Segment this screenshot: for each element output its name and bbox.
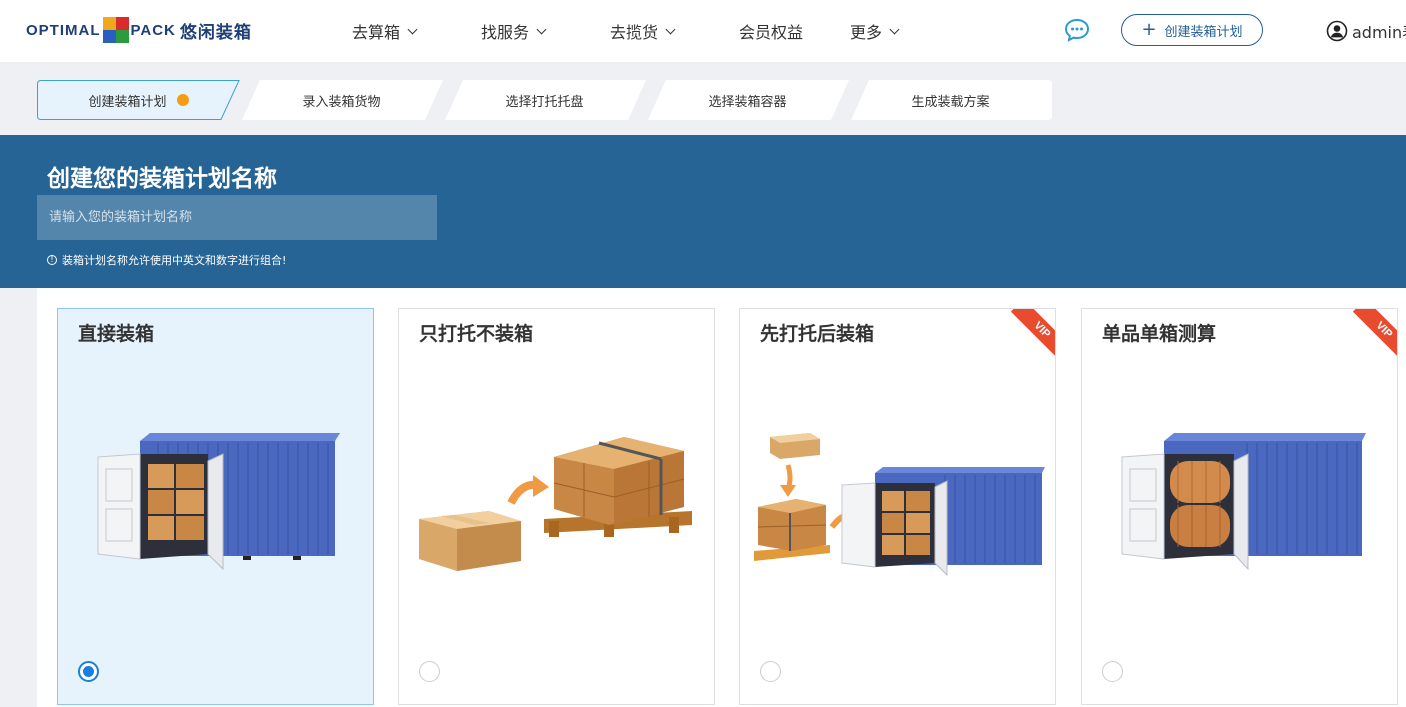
step-create-plan[interactable]: 创建装箱计划: [37, 80, 240, 120]
chevron-down-icon: [889, 24, 900, 34]
card-title: 只打托不装箱: [419, 323, 534, 345]
menu-item-cargo[interactable]: 去揽货: [610, 0, 676, 62]
step-label: 选择打托托盘: [505, 94, 584, 110]
step-enter-cargo[interactable]: 录入装箱货物: [240, 80, 443, 120]
logo-text-optimal: OPTIMAL: [26, 21, 101, 39]
banner-title: 创建您的装箱计划名称: [47, 166, 277, 192]
card-radio[interactable]: [760, 661, 781, 682]
logo-text-cn: 悠闲装箱: [179, 22, 252, 43]
card-radio[interactable]: [419, 661, 440, 682]
card-pallet-only[interactable]: 只打托不装箱: [398, 308, 715, 705]
step-bar: 创建装箱计划 录入装箱货物 选择打托托盘 选择装箱容器 生成装载方案: [0, 62, 1406, 135]
step-select-container[interactable]: 选择装箱容器: [646, 80, 849, 120]
card-title: 直接装箱: [78, 323, 155, 345]
card-direct-load[interactable]: 直接装箱: [57, 308, 374, 705]
mode-cards: 直接装箱 只打托不装箱 先打托后装箱 VIP 单品单箱测算 VIP: [37, 288, 1406, 707]
username: admin表: [1352, 23, 1406, 42]
menu-item-member[interactable]: 会员权益: [739, 0, 803, 62]
user-menu[interactable]: admin表: [1326, 0, 1406, 62]
menu-label: 找服务: [481, 23, 530, 42]
logo[interactable]: OPTIMAL PACK 悠闲装箱: [26, 14, 252, 46]
pallet-boxes-illustration: [419, 437, 692, 571]
active-dot-icon: [176, 94, 189, 106]
logo-cube-icon: [102, 17, 129, 43]
info-icon: !: [47, 255, 57, 265]
card-radio[interactable]: [78, 661, 99, 682]
menu-item-more[interactable]: 更多: [850, 0, 900, 62]
menu-label: 去算箱: [352, 23, 401, 42]
vip-label: VIP: [1010, 309, 1055, 359]
vip-label: VIP: [1352, 309, 1397, 359]
card-title: 单品单箱测算: [1102, 323, 1217, 345]
card-pallet-then-load[interactable]: 先打托后装箱 VIP: [739, 308, 1056, 705]
chevron-down-icon: [665, 24, 676, 34]
plus-icon: +: [1141, 19, 1157, 40]
create-plan-button[interactable]: + 创建装箱计划: [1121, 14, 1263, 46]
container-rolls-illustration: [1121, 433, 1366, 571]
step-label: 生成装载方案: [911, 94, 990, 110]
card-radio[interactable]: [1102, 661, 1123, 682]
step-label: 选择装箱容器: [708, 94, 787, 110]
menu-label: 更多: [850, 23, 883, 42]
step-label: 录入装箱货物: [302, 94, 381, 110]
container-boxes-illustration: [97, 433, 340, 571]
chevron-down-icon: [407, 24, 418, 34]
chat-bubble-icon[interactable]: [1064, 18, 1090, 42]
logo-text-pack: PACK: [130, 21, 176, 39]
card-title: 先打托后装箱: [760, 323, 875, 345]
menu-label: 会员权益: [739, 23, 804, 42]
plan-name-banner: 创建您的装箱计划名称 ! 装箱计划名称允许使用中英文和数字进行组合!: [0, 135, 1406, 288]
menu-item-service[interactable]: 找服务: [481, 0, 547, 62]
plan-name-hint: ! 装箱计划名称允许使用中英文和数字进行组合!: [47, 252, 286, 268]
menu-item-calc[interactable]: 去算箱: [352, 0, 418, 62]
plan-name-input[interactable]: [37, 195, 437, 240]
create-plan-label: 创建装箱计划: [1164, 24, 1243, 40]
vip-ribbon: VIP: [1005, 309, 1055, 359]
step-label: 创建装箱计划: [88, 94, 167, 110]
chevron-down-icon: [536, 24, 547, 34]
step-select-pallet[interactable]: 选择打托托盘: [443, 80, 646, 120]
vip-ribbon: VIP: [1347, 309, 1397, 359]
pallet-container-illustration: [754, 433, 1045, 577]
user-avatar-icon: [1326, 20, 1348, 42]
card-single-item[interactable]: 单品单箱测算 VIP: [1081, 308, 1398, 705]
step-generate-plan[interactable]: 生成装载方案: [849, 80, 1052, 120]
top-nav: OPTIMAL PACK 悠闲装箱 去算箱 找服务 去揽货 会员权益 更多 + …: [0, 0, 1406, 62]
menu-label: 去揽货: [610, 23, 659, 42]
hint-text: 装箱计划名称允许使用中英文和数字进行组合!: [62, 254, 287, 267]
